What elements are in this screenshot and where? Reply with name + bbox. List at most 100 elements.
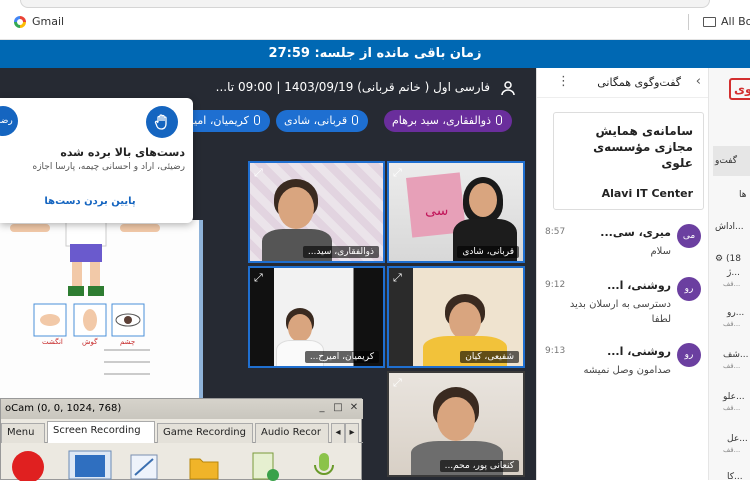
screen-capture-icon[interactable] (67, 449, 113, 481)
browser-bookmarks-bar: Gmail All Bo (0, 0, 750, 40)
avatar: رو (677, 343, 701, 367)
video-tile[interactable]: ⤢ کنعانی پور، محم... (387, 371, 525, 477)
bookmark-separator (688, 14, 689, 30)
address-bar-edge[interactable] (20, 0, 710, 8)
tile-name: ذوالفقاری، سید... (302, 246, 379, 258)
participants-icon[interactable] (500, 80, 516, 100)
message-time: 9:13 (545, 346, 566, 356)
book-label: انگشت (42, 338, 63, 346)
face-shape (449, 302, 481, 340)
microphone-settings-icon[interactable] (307, 449, 341, 481)
speaker-chip-label: ذوالفقاری، سید برهام (392, 114, 491, 127)
brand-logo: وی (729, 78, 750, 100)
resize-icon[interactable] (127, 449, 161, 481)
meeting-title: فارسی اول ( خانم قربانی) 1403/09/19 | 09… (215, 80, 490, 94)
microphone-icon (495, 115, 502, 125)
video-tile[interactable]: سی ⤢ قربانی، شادی (387, 161, 525, 263)
message-author: روشنی، ا... (607, 345, 671, 358)
sidebar-item[interactable]: ⚙ (18 (715, 254, 741, 264)
microphone-icon (253, 115, 260, 125)
tab-menu[interactable]: Menu (1, 423, 45, 443)
sidebar-item[interactable]: ژ... (727, 268, 740, 278)
pinned-message: سامانه‌ی همایش مجازی مؤسسه‌ی علوی Alavi … (553, 112, 704, 210)
paper-sign-text-icon: سی (425, 203, 449, 219)
pinned-message-subtitle: Alavi IT Center (601, 187, 693, 200)
sidebar-item[interactable]: عل... (727, 434, 748, 444)
speaker-chip[interactable]: ذوالفقاری، سید برهام (384, 110, 512, 132)
video-tile[interactable]: ⤢ کریمیان، امیرح... (248, 266, 385, 368)
book-label: چشم (120, 338, 136, 346)
message-author: میری، سی... (600, 226, 671, 239)
sidebar-item[interactable]: گفت‌و (715, 156, 737, 166)
expand-icon[interactable]: ⤢ (393, 376, 402, 390)
microphone-icon (352, 115, 359, 125)
tab-scroll-right-button[interactable]: ▸ (345, 423, 359, 443)
speaker-chip-label: قربانی، شادی (284, 114, 348, 127)
expand-icon[interactable]: ⤢ (393, 166, 402, 180)
ocam-title: oCam (0, 0, 1024, 768) (5, 403, 122, 414)
tab-audio-recording[interactable]: Audio Recor (255, 423, 329, 443)
session-timer-text: زمان باقی مانده از جلسه: 27:59 (268, 46, 482, 61)
expand-icon[interactable]: ⤢ (254, 271, 263, 285)
sidebar-item[interactable]: ها (739, 190, 747, 200)
raised-hand-user-button[interactable]: رضی (0, 106, 18, 136)
face-shape (278, 187, 314, 229)
tab-game-recording[interactable]: Game Recording (157, 423, 253, 443)
message-text: صدامون وصل نمیشه (583, 365, 672, 376)
raised-hands-names: رضیئی، آراد و احسانی چیمه، پارسا اجازه (32, 162, 186, 172)
tile-name: شفیعی، کیان (460, 351, 519, 363)
bookmark-all-bookmarks[interactable]: All Bo (703, 15, 750, 28)
tab-scroll-left-button[interactable]: ◂ (331, 423, 345, 443)
maximize-button[interactable]: □ (331, 401, 345, 415)
speaker-chip[interactable]: کریمیان، امیر (180, 110, 270, 132)
expand-icon[interactable]: ⤢ (393, 271, 402, 285)
tile-name: قربانی، شادی (457, 246, 519, 258)
sidebar-item[interactable]: علو... (723, 392, 745, 402)
ocam-titlebar[interactable]: oCam (0, 0, 1024, 768) _ □ ✕ (1, 399, 363, 419)
chat-panel: ‹ گفت‌وگوی همگانی ⋮ سامانه‌ی همایش مجازی… (536, 68, 709, 480)
avatar: رو (677, 277, 701, 301)
ocam-window: oCam (0, 0, 1024, 768) _ □ ✕ Menu Screen… (0, 398, 363, 483)
sidebar-item[interactable]: رو... (727, 308, 744, 318)
sidebar-item[interactable]: کا... (727, 472, 743, 480)
message-time: 8:57 (545, 227, 566, 237)
pinned-message-text: سامانه‌ی همایش مجازی مؤسسه‌ی علوی (593, 124, 693, 170)
video-tile[interactable]: ⤢ ذوالفقاری، سید... (248, 161, 385, 263)
sidebar-count: (18 (725, 254, 741, 264)
gear-icon: ⚙ (715, 254, 724, 264)
bookmark-all-label: All Bo (721, 15, 750, 28)
bookmark-gmail-label: Gmail (32, 15, 65, 28)
record-icon[interactable] (11, 449, 45, 483)
book-label: گوش (82, 338, 98, 346)
google-icon (14, 15, 26, 28)
avatar: می (677, 224, 701, 248)
chat-menu-icon[interactable]: ⋮ (557, 74, 570, 89)
speaker-chip[interactable]: قربانی، شادی (276, 110, 369, 132)
raised-hand-icon[interactable] (146, 106, 178, 138)
bookmark-gmail[interactable]: Gmail (14, 15, 64, 28)
sidebar-subtext: فف... (723, 362, 741, 370)
expand-icon[interactable]: ⤢ (254, 166, 263, 180)
face-shape (469, 183, 497, 217)
sidebar-item[interactable]: شف... (723, 350, 748, 360)
chat-title: گفت‌وگوی همگانی (597, 76, 681, 89)
video-tile[interactable]: ⤢ شفیعی، کیان (387, 266, 525, 368)
sidebar-subtext: فف... (723, 280, 741, 288)
ocam-tab-bar: Menu Screen Recording Game Recording Aud… (1, 421, 363, 443)
codec-icon[interactable] (247, 449, 281, 481)
tile-name: کنعانی پور، محم... (439, 460, 519, 472)
tile-name: کریمیان، امیرح... (304, 351, 379, 363)
message-text: سلام (650, 246, 671, 257)
close-button[interactable]: ✕ (347, 401, 361, 415)
right-sidebar: وی گفت‌و ها اداش... ⚙ (18 ژ... فف... رو.… (708, 68, 750, 480)
open-folder-icon[interactable] (187, 449, 221, 481)
chat-back-icon[interactable]: ‹ (696, 74, 701, 89)
shared-book-page: چشم گوش انگشت (0, 220, 203, 400)
tab-screen-recording[interactable]: Screen Recording (47, 421, 155, 443)
lower-hands-button[interactable]: پایین بردن دست‌ها (0, 196, 180, 207)
raised-hands-popup: رضی دست‌های بالا برده شده رضیئی، آراد و … (0, 98, 193, 223)
sidebar-item[interactable]: اداش... (715, 222, 744, 232)
minimize-button[interactable]: _ (315, 401, 329, 415)
sidebar-subtext: فف... (723, 404, 741, 412)
chat-header: ‹ گفت‌وگوی همگانی ⋮ (537, 68, 709, 98)
